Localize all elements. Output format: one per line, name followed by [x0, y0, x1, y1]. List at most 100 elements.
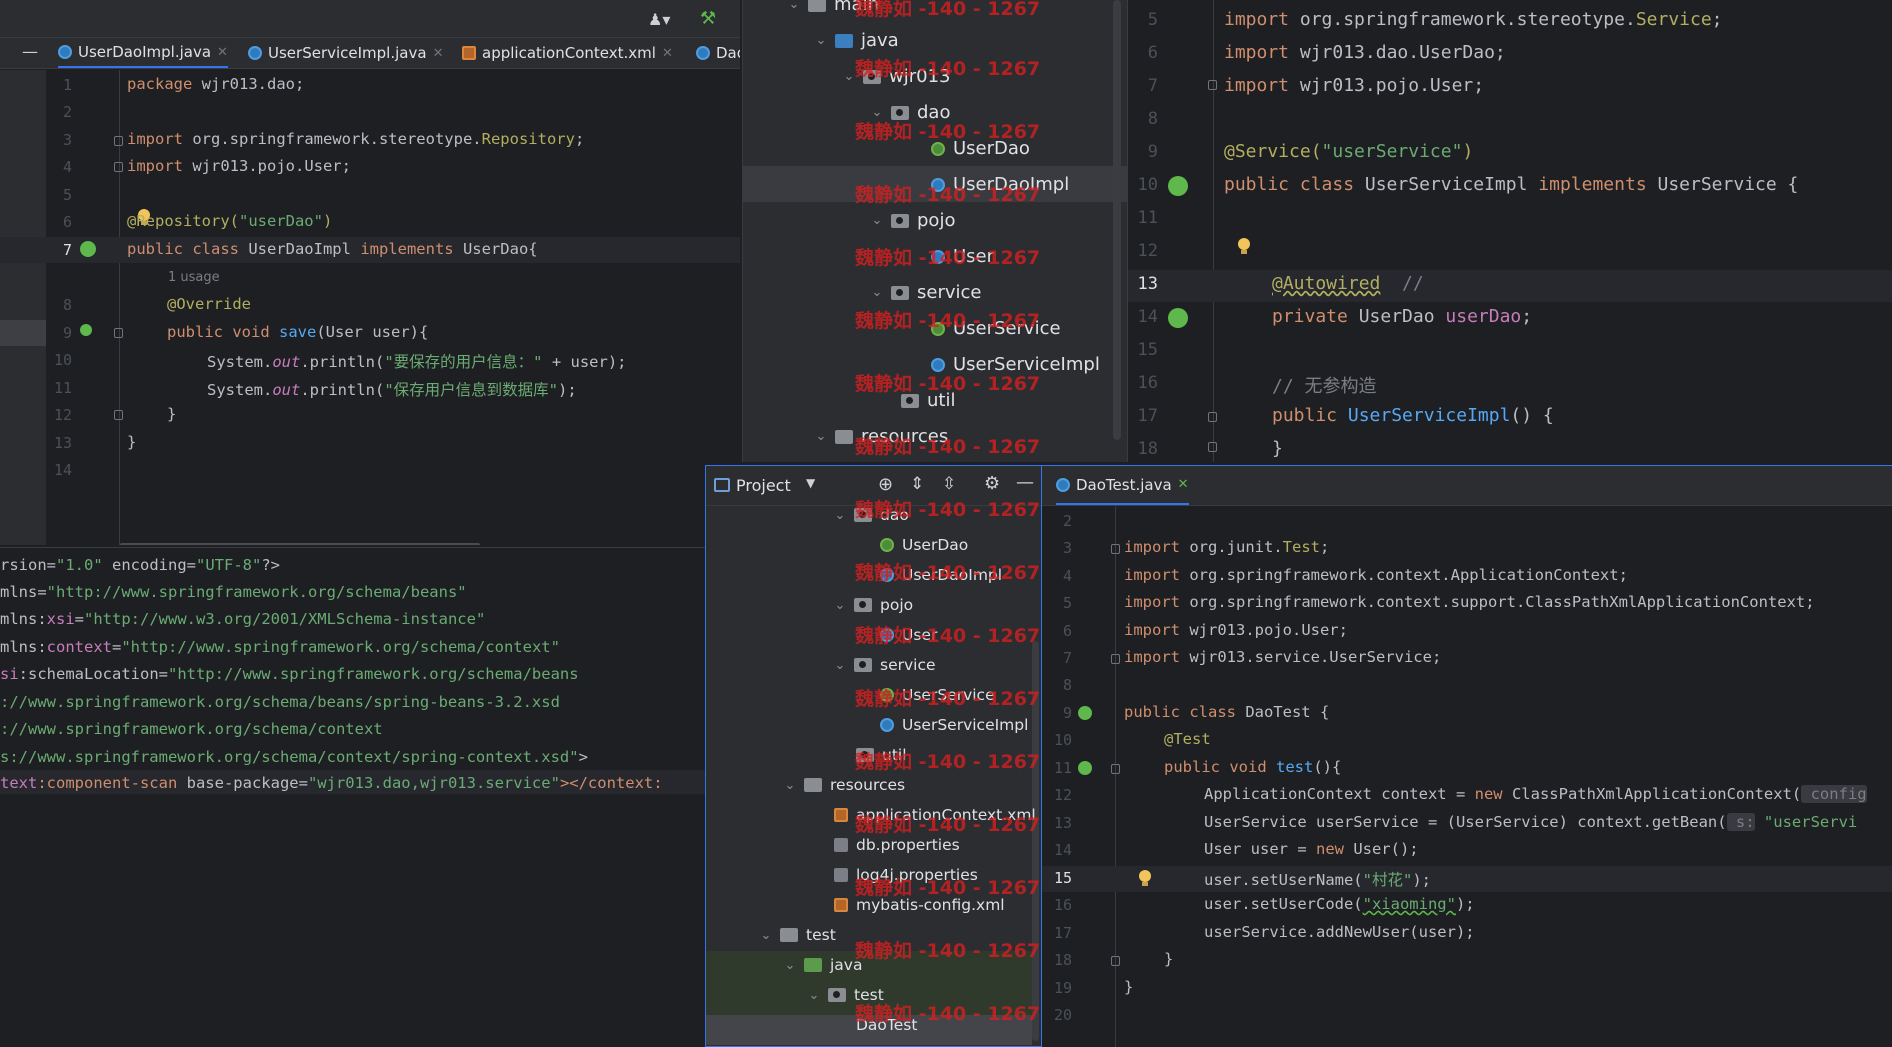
code-line-17: userService.addNewUser(user); — [1204, 923, 1475, 941]
line-number: 10 — [53, 351, 72, 369]
class-icon — [696, 46, 710, 60]
tree-item-java[interactable]: ⌄ java — [815, 30, 899, 51]
code-text: user.setUserName( — [1204, 871, 1363, 889]
project-item-pojo[interactable]: ⌄ pojo — [834, 596, 914, 614]
project-item-test[interactable]: ⌄ test — [760, 926, 836, 944]
project-title[interactable]: Project — [736, 476, 791, 495]
line-number: 8 — [1062, 676, 1072, 694]
spring-bean-icon[interactable] — [1168, 176, 1188, 196]
line-number: 17 — [1137, 406, 1158, 426]
fold-marker[interactable] — [114, 136, 123, 146]
method-name: UserServiceImpl — [1337, 405, 1511, 426]
locate-icon[interactable]: ⊕ — [878, 474, 893, 495]
fold-marker[interactable] — [1111, 764, 1120, 774]
project-item-userserviceimpl[interactable]: UserServiceImpl — [880, 716, 1028, 734]
tab-applicationcontext[interactable]: applicationContext.xml ✕ — [462, 38, 673, 68]
fold-marker[interactable] — [1111, 654, 1120, 664]
code-text: () { — [1510, 405, 1554, 426]
watermark: 魏静如 -140 - 1267 — [855, 625, 1041, 647]
close-icon[interactable]: ✕ — [1178, 477, 1189, 492]
code-line-15: user.setUserName("村花"); — [1204, 868, 1431, 890]
service-editor-pane: 5 6 7 8 9 10 11 12 13 14 15 16 17 18 imp… — [1127, 0, 1892, 462]
horizontal-scrollbar[interactable] — [120, 543, 480, 545]
fold-marker[interactable] — [1208, 80, 1217, 90]
tab-daotest[interactable]: DaoTest.java ✕ — [1056, 466, 1189, 505]
chevron-down-icon: ⌄ — [788, 0, 800, 12]
tab-userserviceimpl[interactable]: UserServiceImpl.java ✕ — [248, 38, 443, 68]
spring-bean-icon[interactable] — [80, 241, 96, 257]
keyword: import — [1224, 75, 1290, 96]
close-icon[interactable]: ✕ — [433, 46, 444, 61]
line-number: 14 — [1137, 307, 1158, 327]
xml-text: :schemaLocation= — [18, 665, 168, 683]
run-test-icon[interactable] — [1078, 706, 1092, 720]
code-text: ); — [1455, 895, 1475, 913]
code-text: wjr013.service.UserService; — [1180, 648, 1442, 666]
project-item-service[interactable]: ⌄ service — [834, 656, 936, 674]
code-text: org.springframework.context.ApplicationC… — [1180, 566, 1628, 584]
xml-line: mlns="http://www.springframework.org/sch… — [0, 583, 467, 601]
line-number: 4 — [1062, 567, 1072, 585]
line-number: 9 — [1147, 142, 1158, 162]
line-number: 7 — [1147, 76, 1158, 96]
line-number: 10 — [1053, 731, 1072, 749]
tab-userdaoimpl[interactable]: UserDaoImpl.java ✕ — [58, 38, 228, 68]
watermark: 魏静如 -140 - 1267 — [855, 0, 1041, 20]
tree-item-label: pojo — [917, 210, 956, 231]
project-item-resources[interactable]: ⌄ resources — [784, 776, 906, 794]
lightbulb-icon[interactable] — [1237, 238, 1251, 256]
project-item-userdao[interactable]: UserDao — [880, 536, 968, 554]
project-item-test-java[interactable]: ⌄ java — [784, 956, 863, 974]
code-line-5: import org.springframework.context.suppo… — [1124, 593, 1815, 611]
xml-line: rsion="1.0" encoding="UTF-8"?> — [0, 556, 280, 574]
line-number: 16 — [1137, 373, 1158, 393]
xml-line: si:schemaLocation="http://www.springfram… — [0, 665, 579, 683]
line-number: 13 — [1137, 274, 1158, 294]
code-text: org.springframework.stereotype. — [183, 130, 482, 148]
collapse-all-icon[interactable]: ⇳ — [942, 474, 956, 494]
expand-all-icon[interactable]: ⇕ — [910, 474, 924, 494]
watermark: 魏静如 -140 - 1267 — [855, 688, 1041, 710]
tree-item-pojo[interactable]: ⌄ pojo — [871, 210, 956, 231]
line-number: 11 — [1137, 208, 1158, 228]
tree-item-service[interactable]: ⌄ service — [871, 282, 982, 303]
line-number: 5 — [62, 186, 72, 204]
tab-label: UserDaoImpl.java — [78, 43, 212, 61]
minimize-icon[interactable]: — — [1016, 472, 1034, 493]
line-number: 15 — [1137, 340, 1158, 360]
annotation: @Repository( — [127, 212, 239, 230]
autowired-navigate-icon[interactable] — [1168, 308, 1188, 328]
close-icon[interactable]: ✕ — [662, 46, 673, 61]
fold-marker[interactable] — [114, 162, 123, 172]
gear-icon[interactable]: ⚙ — [984, 473, 1000, 494]
test-tab-bar: DaoTest.java ✕ — [1042, 466, 1892, 506]
keyword: public class — [1124, 703, 1236, 721]
keyword: public class — [1224, 174, 1355, 195]
fold-marker[interactable] — [1111, 956, 1120, 966]
folder-icon — [804, 958, 822, 972]
class-name: UserDaoImpl — [238, 240, 361, 258]
chevron-down-icon[interactable]: ▼ — [806, 476, 815, 490]
user-icon[interactable]: ♟▾ — [648, 10, 670, 29]
lightbulb-icon[interactable] — [1138, 870, 1152, 888]
keyword: public void — [1164, 758, 1267, 776]
project-item-db-properties[interactable]: db.properties — [834, 836, 960, 854]
xml-tag: ></context: — [559, 774, 663, 792]
tab-dao[interactable]: Dao — [696, 38, 740, 68]
fold-marker[interactable] — [1208, 442, 1217, 452]
project-view-icon — [714, 478, 730, 492]
fold-marker[interactable] — [114, 328, 123, 338]
tree-scrollbar[interactable] — [1113, 0, 1121, 440]
fold-marker[interactable] — [1111, 544, 1120, 554]
implement-method-icon[interactable] — [80, 324, 92, 336]
tree-item-label: pojo — [880, 596, 914, 614]
usage-hint[interactable]: 1 usage — [168, 270, 220, 285]
xml-value: "1.0" — [56, 556, 103, 574]
folder-icon — [808, 0, 826, 12]
hammer-icon[interactable]: ⚒ — [700, 8, 716, 29]
fold-marker[interactable] — [1208, 412, 1217, 422]
fold-marker[interactable] — [114, 410, 123, 420]
run-test-icon[interactable] — [1078, 761, 1092, 775]
close-icon[interactable]: ✕ — [217, 45, 228, 60]
close-panel-icon[interactable]: — — [22, 42, 38, 61]
